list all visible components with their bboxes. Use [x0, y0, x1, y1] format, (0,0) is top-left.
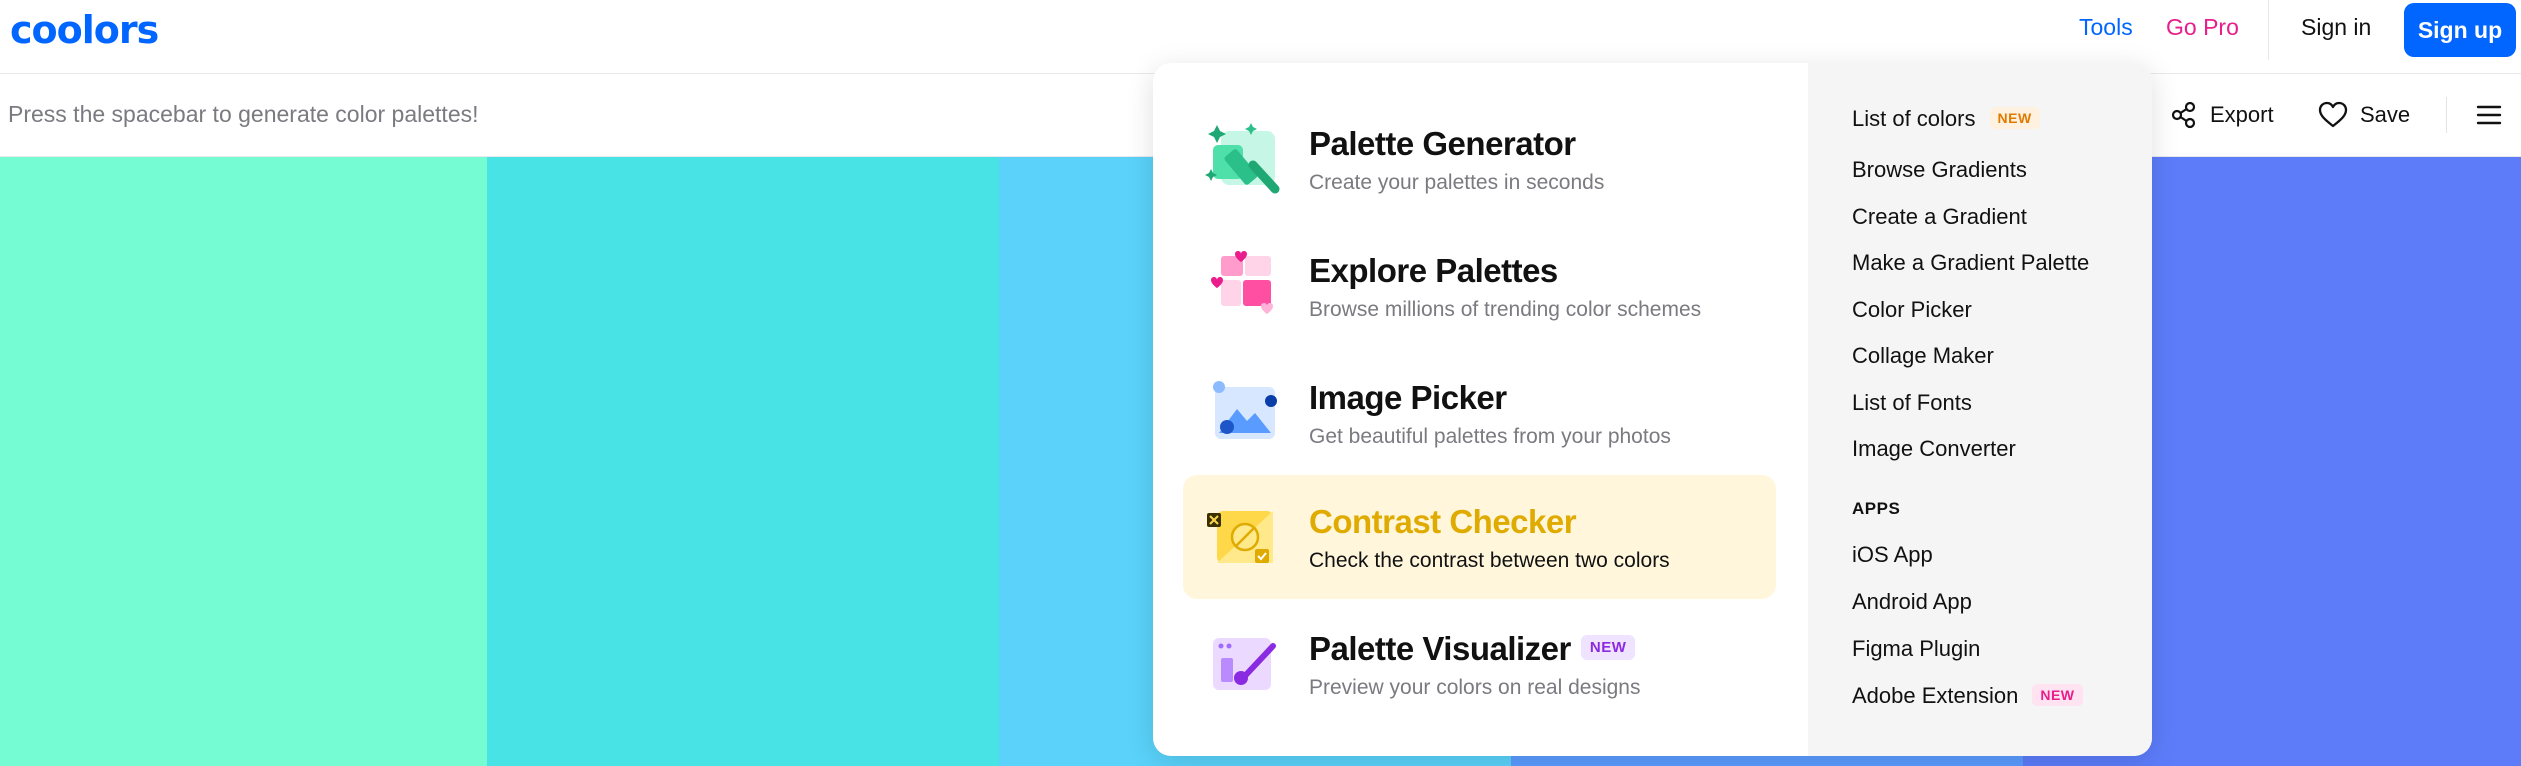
tool-description: Get beautiful palettes from your photos [1309, 425, 1671, 448]
link-list-of-fonts[interactable]: List of Fonts [1852, 390, 1972, 416]
heart-icon [2318, 101, 2348, 128]
link-list-of-colors[interactable]: List of colors NEW [1852, 106, 2040, 132]
coolors-logo[interactable]: coolors [10, 8, 159, 52]
palette-generator-icon [1205, 123, 1280, 194]
explore-palettes-icon [1211, 251, 1273, 314]
new-badge: NEW [1580, 634, 1636, 660]
link-color-picker[interactable]: Color Picker [1852, 297, 1972, 323]
tool-title: Image Picker [1309, 379, 1507, 416]
color-swatch[interactable] [487, 157, 999, 766]
signup-button[interactable]: Sign up [2404, 3, 2516, 57]
tool-title-text: Palette Visualizer [1309, 630, 1571, 667]
tool-description: Browse millions of trending color scheme… [1309, 298, 1702, 321]
tool-description: Create your palettes in seconds [1309, 171, 1605, 194]
tool-palette-generator[interactable]: Palette Generator Create your palettes i… [1183, 97, 1776, 221]
tool-palette-visualizer[interactable]: Palette Visualizer NEW Preview your color… [1183, 602, 1776, 726]
link-create-gradient[interactable]: Create a Gradient [1852, 204, 2027, 230]
signin-link[interactable]: Sign in [2301, 14, 2371, 41]
new-badge: NEW [2032, 684, 2083, 707]
tool-description: Check the contrast between two colors [1309, 549, 1670, 572]
tools-dropdown: Palette Generator Create your palettes i… [1153, 63, 2152, 756]
link-figma-plugin[interactable]: Figma Plugin [1852, 636, 1980, 662]
contrast-checker-icon [1207, 511, 1273, 563]
link-label: Adobe Extension [1852, 683, 2019, 708]
export-label: Export [2210, 102, 2274, 127]
link-android-app[interactable]: Android App [1852, 589, 1972, 615]
link-label: List of colors [1852, 106, 1976, 131]
export-button[interactable]: Export [2170, 97, 2274, 133]
save-button[interactable]: Save [2318, 97, 2410, 133]
link-gradient-palette[interactable]: Make a Gradient Palette [1852, 250, 2089, 276]
nav-gopro-link[interactable]: Go Pro [2166, 14, 2239, 41]
tool-image-picker[interactable]: Image Picker Get beautiful palettes from… [1183, 351, 1776, 475]
share-icon [2171, 101, 2196, 129]
link-image-converter[interactable]: Image Converter [1852, 436, 2016, 462]
tool-title: Palette Generator [1309, 125, 1576, 162]
hamburger-icon [2476, 105, 2502, 125]
new-badge: NEW [1989, 107, 2040, 130]
tool-title: Contrast Checker [1309, 503, 1577, 540]
link-browse-gradients[interactable]: Browse Gradients [1852, 157, 2027, 183]
toolbar-separator [2446, 97, 2447, 133]
nav-tools-link[interactable]: Tools [2079, 14, 2133, 41]
tool-title: Explore Palettes [1309, 252, 1558, 289]
apps-heading: APPS [1852, 499, 1901, 518]
link-collage-maker[interactable]: Collage Maker [1852, 343, 1994, 369]
link-adobe-extension[interactable]: Adobe Extension NEW [1852, 683, 2083, 709]
tool-description: Preview your colors on real designs [1309, 676, 1641, 699]
palette-visualizer-icon [1213, 638, 1276, 690]
color-swatch[interactable] [0, 157, 487, 766]
spacebar-hint: Press the spacebar to generate color pal… [8, 101, 479, 127]
tool-explore-palettes[interactable]: Explore Palettes Browse millions of tren… [1183, 224, 1776, 348]
image-picker-icon [1213, 381, 1277, 439]
nav-divider [2268, 0, 2269, 60]
tool-contrast-checker[interactable]: Contrast Checker Check the contrast betw… [1183, 475, 1776, 599]
menu-button[interactable] [2474, 99, 2504, 131]
link-ios-app[interactable]: iOS App [1852, 542, 1933, 568]
save-label: Save [2360, 102, 2411, 127]
tool-title: Palette Visualizer NEW [1309, 630, 1636, 668]
